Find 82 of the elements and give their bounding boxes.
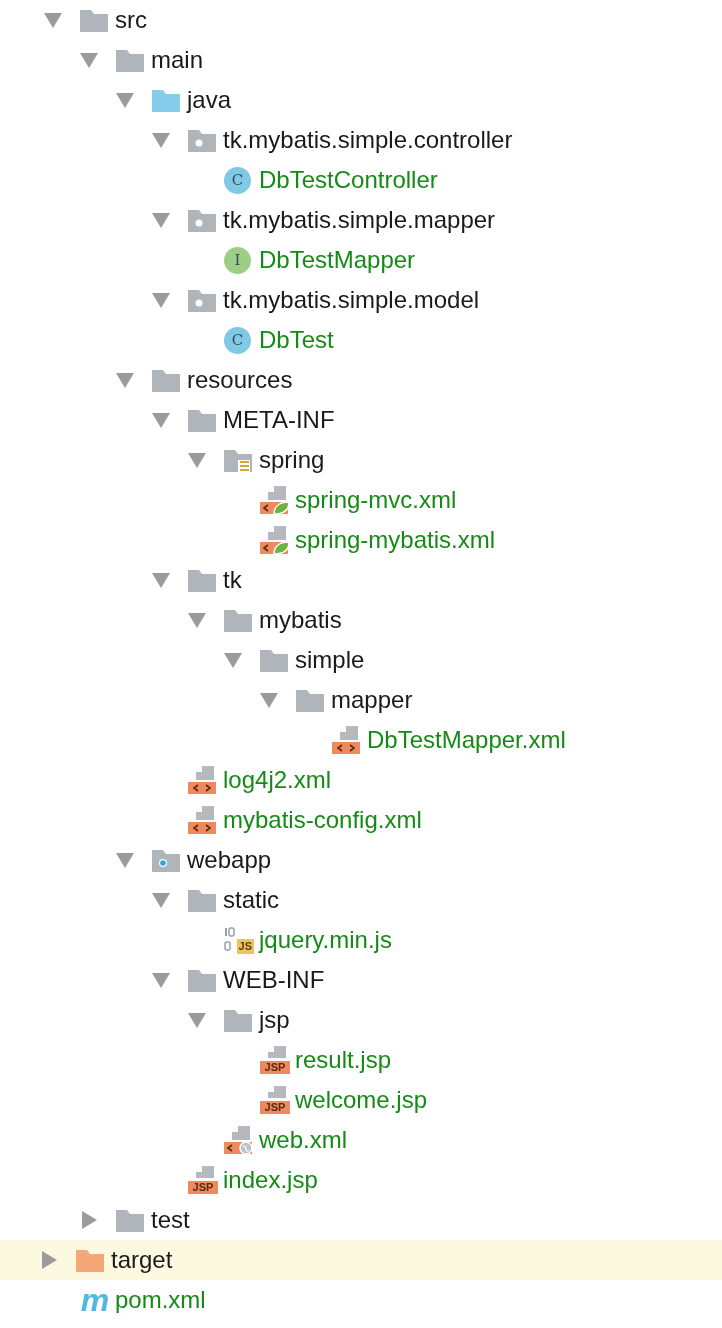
file-name: mybatis-config.xml xyxy=(223,808,422,832)
collapse-arrow-icon[interactable] xyxy=(152,572,170,588)
folder-name: spring xyxy=(259,448,325,472)
collapse-arrow-icon[interactable] xyxy=(152,892,170,908)
resource-folder-icon xyxy=(224,448,252,472)
file-name: log4j2.xml xyxy=(223,768,332,792)
file-name: pom.xml xyxy=(115,1288,206,1312)
interface-icon: I xyxy=(224,246,251,274)
file-name: DbTest xyxy=(259,328,334,352)
collapse-arrow-icon[interactable] xyxy=(152,292,170,308)
folder-name: webapp xyxy=(187,848,272,872)
folder-name: static xyxy=(223,888,279,912)
file-name: spring-mvc.xml xyxy=(295,488,457,512)
folder-icon xyxy=(80,8,108,32)
folder-icon xyxy=(116,48,144,72)
file-name: result.jsp xyxy=(295,1048,392,1072)
file-name: DbTestMapper.xml xyxy=(367,728,566,752)
xml-file-icon xyxy=(188,766,218,794)
file-name: DbTestController xyxy=(259,168,438,192)
expand-arrow-icon[interactable] xyxy=(81,1211,97,1229)
collapse-arrow-icon[interactable] xyxy=(224,652,242,668)
collapse-arrow-icon[interactable] xyxy=(188,452,206,468)
folder-icon xyxy=(188,888,216,912)
folder-name: main xyxy=(151,48,204,72)
folder-name: jsp xyxy=(259,1008,290,1032)
class-icon: C xyxy=(224,326,251,354)
expand-arrow-icon[interactable] xyxy=(41,1251,57,1269)
folder-icon xyxy=(224,608,252,632)
collapse-arrow-icon[interactable] xyxy=(152,972,170,988)
folder-name: tk.mybatis.simple.model xyxy=(223,288,480,312)
folder-name: test xyxy=(151,1208,190,1232)
folder-name: tk.mybatis.simple.controller xyxy=(223,128,513,152)
selected-tree-row[interactable]: target xyxy=(0,1240,722,1280)
folder-icon xyxy=(116,1208,144,1232)
collapse-arrow-icon[interactable] xyxy=(188,612,206,628)
folder-icon xyxy=(152,368,180,392)
folder-name: WEB-INF xyxy=(223,968,325,992)
collapse-arrow-icon[interactable] xyxy=(116,372,134,388)
xml-file-icon xyxy=(188,806,218,834)
collapse-arrow-icon[interactable] xyxy=(80,52,98,68)
folder-name: java xyxy=(187,88,232,112)
folder-name: mybatis xyxy=(259,608,342,632)
collapse-arrow-icon[interactable] xyxy=(188,1012,206,1028)
folder-icon xyxy=(260,648,288,672)
collapse-arrow-icon[interactable] xyxy=(44,12,62,28)
folder-icon xyxy=(188,968,216,992)
folder-name: target xyxy=(111,1248,173,1272)
folder-icon xyxy=(224,1008,252,1032)
class-icon: C xyxy=(224,166,251,194)
collapse-arrow-icon[interactable] xyxy=(152,132,170,148)
folder-name: tk xyxy=(223,568,242,592)
spring-xml-file-icon xyxy=(260,486,290,514)
collapse-arrow-icon[interactable] xyxy=(116,92,134,108)
folder-name: META-INF xyxy=(223,408,335,432)
folder-name: tk.mybatis.simple.mapper xyxy=(223,208,496,232)
collapse-arrow-icon[interactable] xyxy=(152,412,170,428)
collapse-arrow-icon[interactable] xyxy=(152,212,170,228)
package-folder-icon xyxy=(188,208,216,232)
folder-name: resources xyxy=(187,368,293,392)
folder-icon xyxy=(152,88,180,112)
collapse-arrow-icon[interactable] xyxy=(260,692,278,708)
folder-name: simple xyxy=(295,648,365,672)
folder-icon xyxy=(76,1248,104,1272)
maven-icon: m xyxy=(80,1286,110,1314)
file-name: DbTestMapper xyxy=(259,248,416,272)
collapse-arrow-icon[interactable] xyxy=(116,852,134,868)
folder-icon xyxy=(188,568,216,592)
file-name: index.jsp xyxy=(223,1168,318,1192)
file-name: web.xml xyxy=(259,1128,348,1152)
web-folder-icon xyxy=(152,848,180,872)
package-folder-icon xyxy=(188,288,216,312)
folder-icon xyxy=(188,408,216,432)
folder-name: mapper xyxy=(331,688,413,712)
spring-xml-file-icon xyxy=(260,526,290,554)
web-xml-file-icon xyxy=(224,1126,254,1154)
file-name: welcome.jsp xyxy=(295,1088,428,1112)
xml-file-icon xyxy=(332,726,362,754)
file-name: jquery.min.js xyxy=(259,928,392,952)
folder-name: src xyxy=(115,8,147,32)
file-name: spring-mybatis.xml xyxy=(295,528,496,552)
folder-icon xyxy=(296,688,324,712)
package-folder-icon xyxy=(188,128,216,152)
